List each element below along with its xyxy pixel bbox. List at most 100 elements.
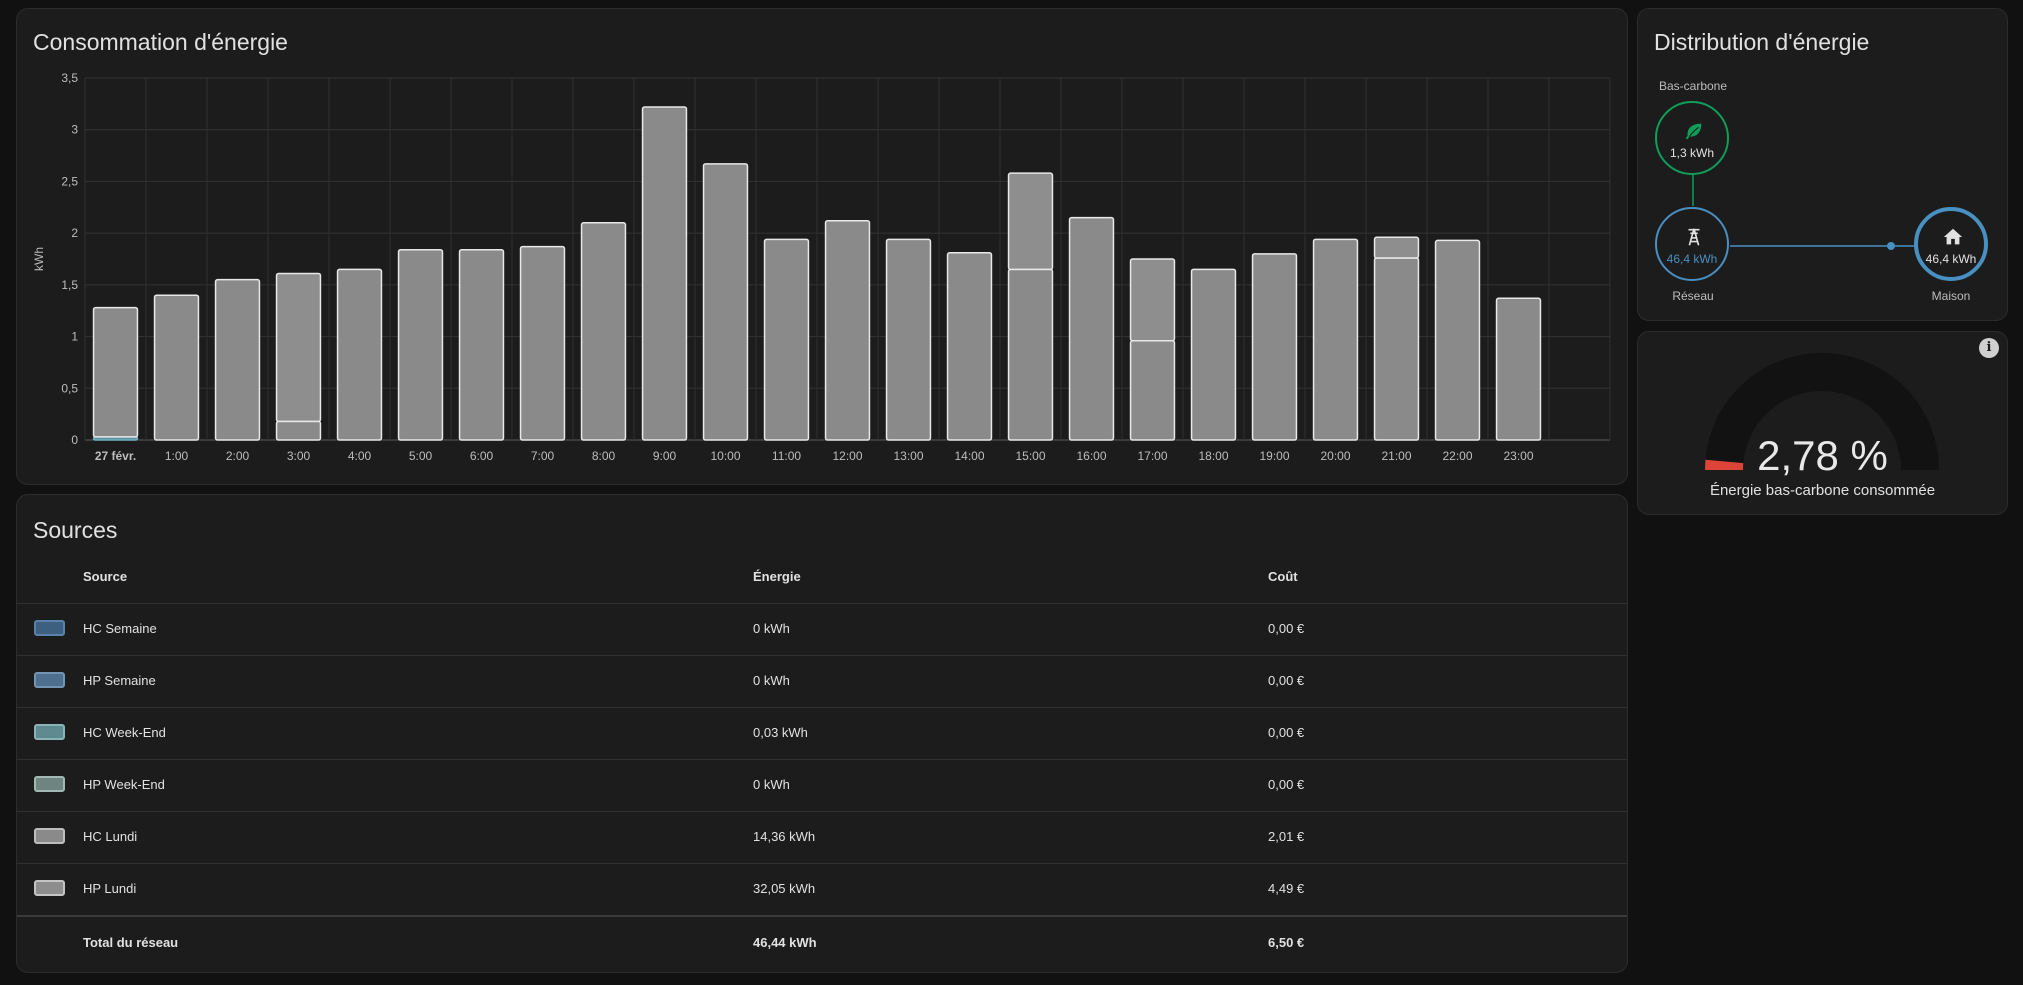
x-tick-label: 15:00 [1015,449,1045,463]
gauge-label: Énergie bas-carbone consommée [1709,482,1936,499]
bar-segment[interactable] [580,222,627,441]
low-carbon-value: 1,3 kWh [1669,146,1714,160]
x-tick-label: 9:00 [653,449,677,463]
bar-segment[interactable] [153,294,200,441]
x-tick-label: 10:00 [710,449,740,463]
sources-card: Sources Source Énergie Coût HC Semaine 0… [16,494,1628,973]
header-source: Source [83,569,128,584]
source-energy: 14,36 kWh [753,829,816,844]
bar-segment[interactable] [824,219,871,441]
sources-title: Sources [33,517,118,543]
total-name: Total du réseau [83,935,179,950]
table-row: HC Lundi 14,36 kWh 2,01 € [17,811,1627,864]
energy-bar-chart[interactable]: 0 0,5 1 1,5 2 2,5 3 3,5 kWh 27 févr. 1:00 2:00 3:00 4… [17,9,1627,484]
home-icon [1943,228,1963,245]
source-color-swatch [34,620,65,636]
bar-segment[interactable] [1251,253,1298,441]
x-tick-label: 14:00 [954,449,984,463]
bar-segment[interactable] [275,420,322,441]
table-row: HC Week-End 0,03 kWh 0,00 € [17,707,1627,760]
bar-segment[interactable] [946,252,993,441]
x-tick-label: 3:00 [287,449,311,463]
x-tick-label: 23:00 [1503,449,1533,463]
source-cost: 0,00 € [1268,777,1305,792]
bar-segment[interactable] [336,268,383,441]
transmission-tower-icon [1688,228,1700,246]
source-color-swatch [34,672,65,688]
x-tick-label: 27 févr. [95,449,136,463]
total-energy: 46,44 kWh [753,935,817,950]
total-cost: 6,50 € [1268,935,1305,950]
bar-segment[interactable] [1495,297,1542,441]
source-cost: 0,00 € [1268,621,1305,636]
low-carbon-label: Bas-carbone [1658,79,1728,93]
source-color-swatch [34,724,65,740]
bar-segment[interactable] [92,306,139,438]
bar-segment[interactable] [702,163,749,441]
bar-segment[interactable] [763,238,810,441]
bar-segment[interactable] [1434,239,1481,441]
bar-segment[interactable] [275,272,322,423]
y-tick-label: 1 [71,330,78,344]
bar-segment[interactable] [1190,268,1237,441]
source-cost: 4,49 € [1268,881,1305,896]
grid-label: Réseau [1672,289,1714,303]
bar-segment[interactable] [214,278,261,441]
source-name: HP Week-End [83,777,165,792]
x-tick-label: 16:00 [1076,449,1106,463]
bar-segment[interactable] [458,248,505,441]
grid-node[interactable]: 46,4 kWh [1655,207,1729,281]
home-value: 46,4 kWh [1925,252,1977,266]
source-energy: 0 kWh [753,673,790,688]
table-row: HP Week-End 0 kWh 0,00 € [17,759,1627,812]
x-tick-label: 22:00 [1442,449,1472,463]
source-color-swatch [34,828,65,844]
home-label: Maison [1931,289,1971,303]
x-tick-label: 7:00 [531,449,555,463]
table-header-row: Source Énergie Coût [17,551,1627,604]
low-carbon-node[interactable]: 1,3 kWh [1655,101,1729,175]
y-tick-label: 3 [71,123,78,137]
bar-segment[interactable] [1373,236,1420,259]
y-tick-label: 0 [71,433,78,447]
table-row: HC Semaine 0 kWh 0,00 € [17,603,1627,656]
y-tick-label: 3,5 [61,71,78,85]
x-tick-label: 6:00 [470,449,494,463]
home-node[interactable]: 46,4 kWh [1914,207,1988,281]
x-tick-label: 17:00 [1137,449,1167,463]
x-tick-label: 2:00 [226,449,250,463]
bar-segment[interactable] [1007,268,1054,441]
table-row: HP Lundi 32,05 kWh 4,49 € [17,863,1627,916]
gauge-value: 2,78 % [1757,432,1888,479]
bar-segment[interactable] [1129,258,1176,342]
bar-segment[interactable] [519,245,566,441]
y-tick-label: 0,5 [61,381,78,395]
source-cost: 0,00 € [1268,673,1305,688]
bar-segment[interactable] [1312,238,1359,441]
x-tick-label: 4:00 [348,449,372,463]
source-name: HC Week-End [83,725,166,740]
bar-segment[interactable] [1129,339,1176,441]
flow-dot [1887,242,1895,250]
x-tick-label: 11:00 [772,449,801,463]
source-name: HC Semaine [83,621,157,636]
source-cost: 2,01 € [1268,829,1305,844]
bar-segment[interactable] [885,238,932,441]
energy-distribution-card: Distribution d'énergie Bas-carbone 1,3 k… [1637,8,2008,321]
bar-segment[interactable] [397,248,444,441]
bar-segment[interactable] [1068,216,1115,441]
source-energy: 0,03 kWh [753,725,808,740]
bar-segment[interactable] [1373,257,1420,441]
x-tick-label: 20:00 [1320,449,1350,463]
source-name: HP Semaine [83,673,156,688]
x-tick-label: 19:00 [1259,449,1289,463]
low-carbon-gauge-card: i 2,78 % Énergie bas-carbone consommée [1637,331,2008,515]
bar-segment[interactable] [641,106,688,441]
x-tick-label: 12:00 [832,449,862,463]
y-tick-label: 1,5 [61,278,78,292]
bar-segment[interactable] [1007,172,1054,271]
source-name: HC Lundi [83,829,138,844]
x-tick-label: 13:00 [893,449,923,463]
leaf-icon [1685,123,1702,140]
source-energy: 0 kWh [753,777,790,792]
